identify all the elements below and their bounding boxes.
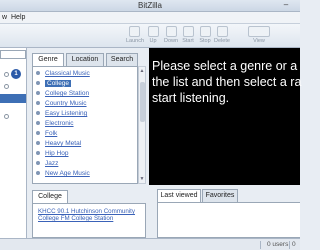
status-indicator-icon-3 xyxy=(4,114,9,119)
station-link[interactable]: KHCC 90.1 Hutchinson Community College F… xyxy=(38,208,143,222)
history-panel: Last viewed Favorites xyxy=(149,187,300,238)
genre-scrollbar[interactable]: ▲ ▼ xyxy=(138,66,146,184)
status-divider-2 xyxy=(289,241,290,249)
tab-favorites[interactable]: Favorites xyxy=(202,189,238,202)
scroll-up-icon[interactable]: ▲ xyxy=(139,68,145,74)
genre-item[interactable]: Easy Listening xyxy=(33,109,133,119)
down-label: Down xyxy=(163,38,179,44)
player-area: Please select a genre or a the list and … xyxy=(149,48,301,185)
sidebar-search-input[interactable] xyxy=(0,50,26,59)
bullet-icon xyxy=(36,140,40,145)
stop-button[interactable]: Stop xyxy=(197,26,213,46)
genre-item[interactable]: Country Music xyxy=(33,99,133,109)
bullet-icon xyxy=(36,170,40,175)
genre-item[interactable]: Heavy Metal xyxy=(33,139,133,149)
start-icon xyxy=(182,26,194,37)
sidebar-selected-item[interactable] xyxy=(0,94,26,103)
start-button[interactable]: Start xyxy=(180,26,196,46)
genre-item[interactable]: College Station xyxy=(33,89,133,99)
genre-item-label: Classical Music xyxy=(45,70,90,77)
up-button[interactable]: Up xyxy=(145,26,161,46)
menu-item-window[interactable]: w xyxy=(2,14,7,21)
start-label: Start xyxy=(182,38,194,44)
up-icon xyxy=(147,26,159,37)
launch-label: Launch xyxy=(126,38,145,44)
bullet-icon xyxy=(36,100,40,105)
genre-item[interactable]: Jazz xyxy=(33,159,133,169)
genre-item-label: Heavy Metal xyxy=(45,140,82,147)
genre-item[interactable]: New Age Music xyxy=(33,169,133,179)
player-message-text: Please select a genre or a the list and … xyxy=(152,59,302,105)
delete-button[interactable]: Delete xyxy=(214,26,230,46)
down-button[interactable]: Down xyxy=(163,26,179,46)
menu-bar: w Help xyxy=(0,12,300,24)
minimize-icon[interactable]: – xyxy=(280,1,292,10)
view-icon xyxy=(248,26,270,37)
bullet-icon xyxy=(36,120,40,125)
users-count: 0 users xyxy=(267,241,289,248)
delete-label: Delete xyxy=(214,38,230,44)
genre-item-label: Hip Hop xyxy=(45,150,69,157)
genre-item-selected[interactable]: College xyxy=(33,79,133,89)
toolbar: Launch Up Down Start Stop Delete View xyxy=(0,24,300,48)
genre-panel: Genre Location Search Classical Music Co… xyxy=(30,50,147,185)
genre-item-label: College Station xyxy=(45,90,90,97)
up-label: Up xyxy=(149,38,157,44)
genre-list: Classical Music College College Station … xyxy=(32,66,138,184)
view-button[interactable]: View xyxy=(246,26,272,46)
genre-item[interactable]: Electronic xyxy=(33,119,133,129)
bullet-icon xyxy=(36,110,40,115)
genre-item-label: Country Music xyxy=(45,100,87,107)
bullet-icon xyxy=(36,70,40,75)
launch-button[interactable]: Launch xyxy=(126,26,145,46)
stop-icon xyxy=(199,26,211,37)
status-extra: 0 xyxy=(292,241,296,248)
bullet-icon xyxy=(36,160,40,165)
tab-location[interactable]: Location xyxy=(66,53,104,66)
stop-label: Stop xyxy=(199,38,211,44)
genre-item-label: Folk xyxy=(45,130,58,137)
status-indicator-icon xyxy=(4,72,9,77)
launch-icon xyxy=(128,26,140,37)
tab-college[interactable]: College xyxy=(32,190,68,204)
bullet-icon xyxy=(36,130,40,135)
genre-item-label: Easy Listening xyxy=(45,110,88,117)
genre-item[interactable]: Classical Music xyxy=(33,69,133,79)
bullet-icon xyxy=(36,150,40,155)
window-title: BitZilla xyxy=(137,1,162,10)
genre-item-label: New Age Music xyxy=(45,170,90,177)
history-list xyxy=(157,202,300,238)
genre-item[interactable]: Folk xyxy=(33,129,133,139)
status-divider xyxy=(260,241,261,249)
genre-item-label: Jazz xyxy=(45,160,59,167)
genre-item-label: Electronic xyxy=(45,120,74,127)
station-list: KHCC 90.1 Hutchinson Community College F… xyxy=(32,203,146,238)
tab-last-viewed[interactable]: Last viewed xyxy=(157,189,201,203)
player-message: Please select a genre or a the list and … xyxy=(152,58,320,106)
tab-search[interactable]: Search xyxy=(106,53,138,66)
scroll-thumb[interactable] xyxy=(140,82,145,122)
left-sidebar: 1 xyxy=(0,48,27,238)
bullet-icon xyxy=(36,80,40,85)
status-indicator-icon-2 xyxy=(4,84,9,89)
down-icon xyxy=(165,26,177,37)
scroll-down-icon[interactable]: ▼ xyxy=(139,176,145,182)
genre-item-label: College xyxy=(45,80,72,87)
title-bar: BitZilla – xyxy=(0,0,300,12)
delete-icon xyxy=(216,26,228,37)
status-bar: 0 users 0 xyxy=(0,238,300,250)
view-label: View xyxy=(253,38,265,44)
bullet-icon xyxy=(36,90,40,95)
menu-item-help[interactable]: Help xyxy=(11,14,25,21)
genre-item[interactable]: Hip Hop xyxy=(33,149,133,159)
station-panel: College KHCC 90.1 Hutchinson Community C… xyxy=(30,188,147,238)
count-badge: 1 xyxy=(11,69,21,79)
tab-genre[interactable]: Genre xyxy=(32,53,64,67)
